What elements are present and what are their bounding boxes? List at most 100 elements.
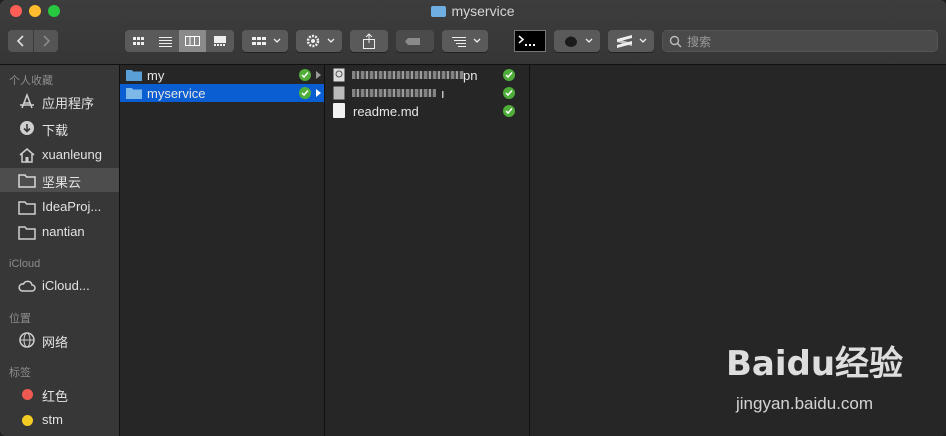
chevron-right-icon xyxy=(43,35,51,47)
nav-buttons xyxy=(8,30,58,52)
group-button[interactable] xyxy=(242,30,288,52)
gear-icon xyxy=(306,34,335,48)
sidebar-item-tag-red[interactable]: 红色 xyxy=(0,382,119,406)
edit-tags-button[interactable] xyxy=(396,30,434,52)
item-label: my xyxy=(147,68,165,83)
group-grid-icon xyxy=(252,37,281,45)
item-label: readme.md xyxy=(353,104,419,119)
gallery-view-button[interactable] xyxy=(206,30,234,52)
baidu-watermark: Baidu经验 jingyan.baidu.com xyxy=(726,336,936,416)
file-icon xyxy=(333,86,345,100)
home-icon xyxy=(19,148,35,163)
folder-icon xyxy=(126,70,142,81)
sidebar-item-jianguoyun[interactable]: 坚果云 xyxy=(0,168,119,192)
window-title: myservice xyxy=(0,3,946,19)
sidebar-item-label: iCloud... xyxy=(42,278,90,293)
sidebar-item-applications[interactable]: 应用程序 xyxy=(0,89,119,113)
finder-window: myservice 搜索 个人收藏 应用程序 下载 xuanleung 坚果云 … xyxy=(0,0,946,436)
search-icon xyxy=(669,35,682,48)
file-icon xyxy=(333,68,345,82)
tag-color-dot xyxy=(22,415,33,426)
sidebar-item-home[interactable]: xuanleung xyxy=(0,143,119,167)
network-icon xyxy=(19,332,35,348)
sidebar-item-label: 坚果云 xyxy=(42,175,82,190)
list-item-file-2[interactable]: ı xyxy=(325,84,529,102)
sort-list-icon xyxy=(452,37,481,47)
grid-icon xyxy=(133,37,144,45)
watermark-url: jingyan.baidu.com xyxy=(736,394,874,413)
section-icloud: iCloud xyxy=(9,258,41,270)
redacted-text xyxy=(352,71,464,79)
sidebar-item-label: xuanleung xyxy=(42,147,102,162)
sidebar-item-label: 应用程序 xyxy=(42,96,95,111)
column-browser-2: pn ı readme.md xyxy=(325,65,530,436)
sidebar-item-tag-stm[interactable]: stm xyxy=(0,408,119,432)
cloud-icon xyxy=(18,280,36,292)
folder-icon xyxy=(18,174,36,188)
list-item-myservice[interactable]: myservice xyxy=(120,84,324,102)
sidebar: 个人收藏 应用程序 下载 xuanleung 坚果云 IdeaProj... n… xyxy=(0,65,120,436)
tag-icon xyxy=(405,38,420,45)
terminal-icon xyxy=(514,30,546,52)
search-field[interactable] xyxy=(662,30,938,52)
list-item-my[interactable]: my xyxy=(120,66,324,84)
disclosure-arrow-icon xyxy=(316,89,321,97)
sync-check-icon xyxy=(503,87,515,99)
list-item-file-1[interactable]: pn xyxy=(325,66,529,84)
watermark-brand: Baidu经验 xyxy=(726,344,904,384)
section-tags: 标签 xyxy=(9,367,31,379)
column-view-button[interactable] xyxy=(179,30,206,52)
folder-icon xyxy=(431,6,447,17)
list-view-button[interactable] xyxy=(152,30,179,52)
sidebar-item-label: nantian xyxy=(42,224,85,239)
gallery-icon xyxy=(214,36,226,46)
applications-icon xyxy=(20,93,34,109)
sublime-icon xyxy=(617,35,647,48)
download-icon xyxy=(20,121,34,135)
sidebar-item-nantian[interactable]: nantian xyxy=(0,220,119,244)
title-bar: myservice xyxy=(0,0,946,65)
sort-button[interactable] xyxy=(442,30,488,52)
sync-check-icon xyxy=(299,69,311,81)
sidebar-item-icloud-drive[interactable]: iCloud... xyxy=(0,274,119,298)
list-icon xyxy=(159,37,172,47)
sync-check-icon xyxy=(503,69,515,81)
nut-icon xyxy=(565,36,593,47)
folder-icon xyxy=(18,226,36,240)
columns-icon xyxy=(185,36,200,46)
sidebar-item-label: stm xyxy=(42,412,63,427)
share-button[interactable] xyxy=(350,30,388,52)
redacted-text xyxy=(352,89,436,97)
folder-icon xyxy=(18,201,36,215)
document-icon xyxy=(333,103,345,118)
sidebar-item-label: IdeaProj... xyxy=(42,199,102,214)
sync-check-icon xyxy=(299,87,311,99)
sidebar-item-label: 网络 xyxy=(42,335,69,350)
nutstore-button[interactable] xyxy=(554,30,600,52)
search-input[interactable] xyxy=(685,33,929,51)
section-favorites: 个人收藏 xyxy=(9,75,53,87)
column-browser-1: my myservice xyxy=(120,65,325,436)
section-locations: 位置 xyxy=(9,313,31,325)
sidebar-item-network[interactable]: 网络 xyxy=(0,328,119,352)
action-button[interactable] xyxy=(296,30,342,52)
icon-view-button[interactable] xyxy=(125,30,152,52)
view-mode-group xyxy=(125,30,234,52)
terminal-button[interactable] xyxy=(514,30,546,52)
back-button[interactable] xyxy=(8,30,33,52)
share-icon xyxy=(363,33,375,49)
list-item-readme[interactable]: readme.md xyxy=(325,102,529,120)
sidebar-item-downloads[interactable]: 下载 xyxy=(0,116,119,140)
sync-check-icon xyxy=(503,105,515,117)
window-title-text: myservice xyxy=(451,3,515,19)
tag-color-dot xyxy=(22,389,33,400)
item-label: pn xyxy=(463,68,478,83)
forward-button[interactable] xyxy=(34,30,59,52)
folder-icon xyxy=(126,88,142,99)
item-label: ı xyxy=(441,86,445,101)
chevron-left-icon xyxy=(16,35,24,47)
sublime-button[interactable] xyxy=(608,30,654,52)
disclosure-arrow-icon xyxy=(316,71,321,79)
sidebar-item-ideaprojects[interactable]: IdeaProj... xyxy=(0,195,119,219)
item-label: myservice xyxy=(147,86,206,101)
